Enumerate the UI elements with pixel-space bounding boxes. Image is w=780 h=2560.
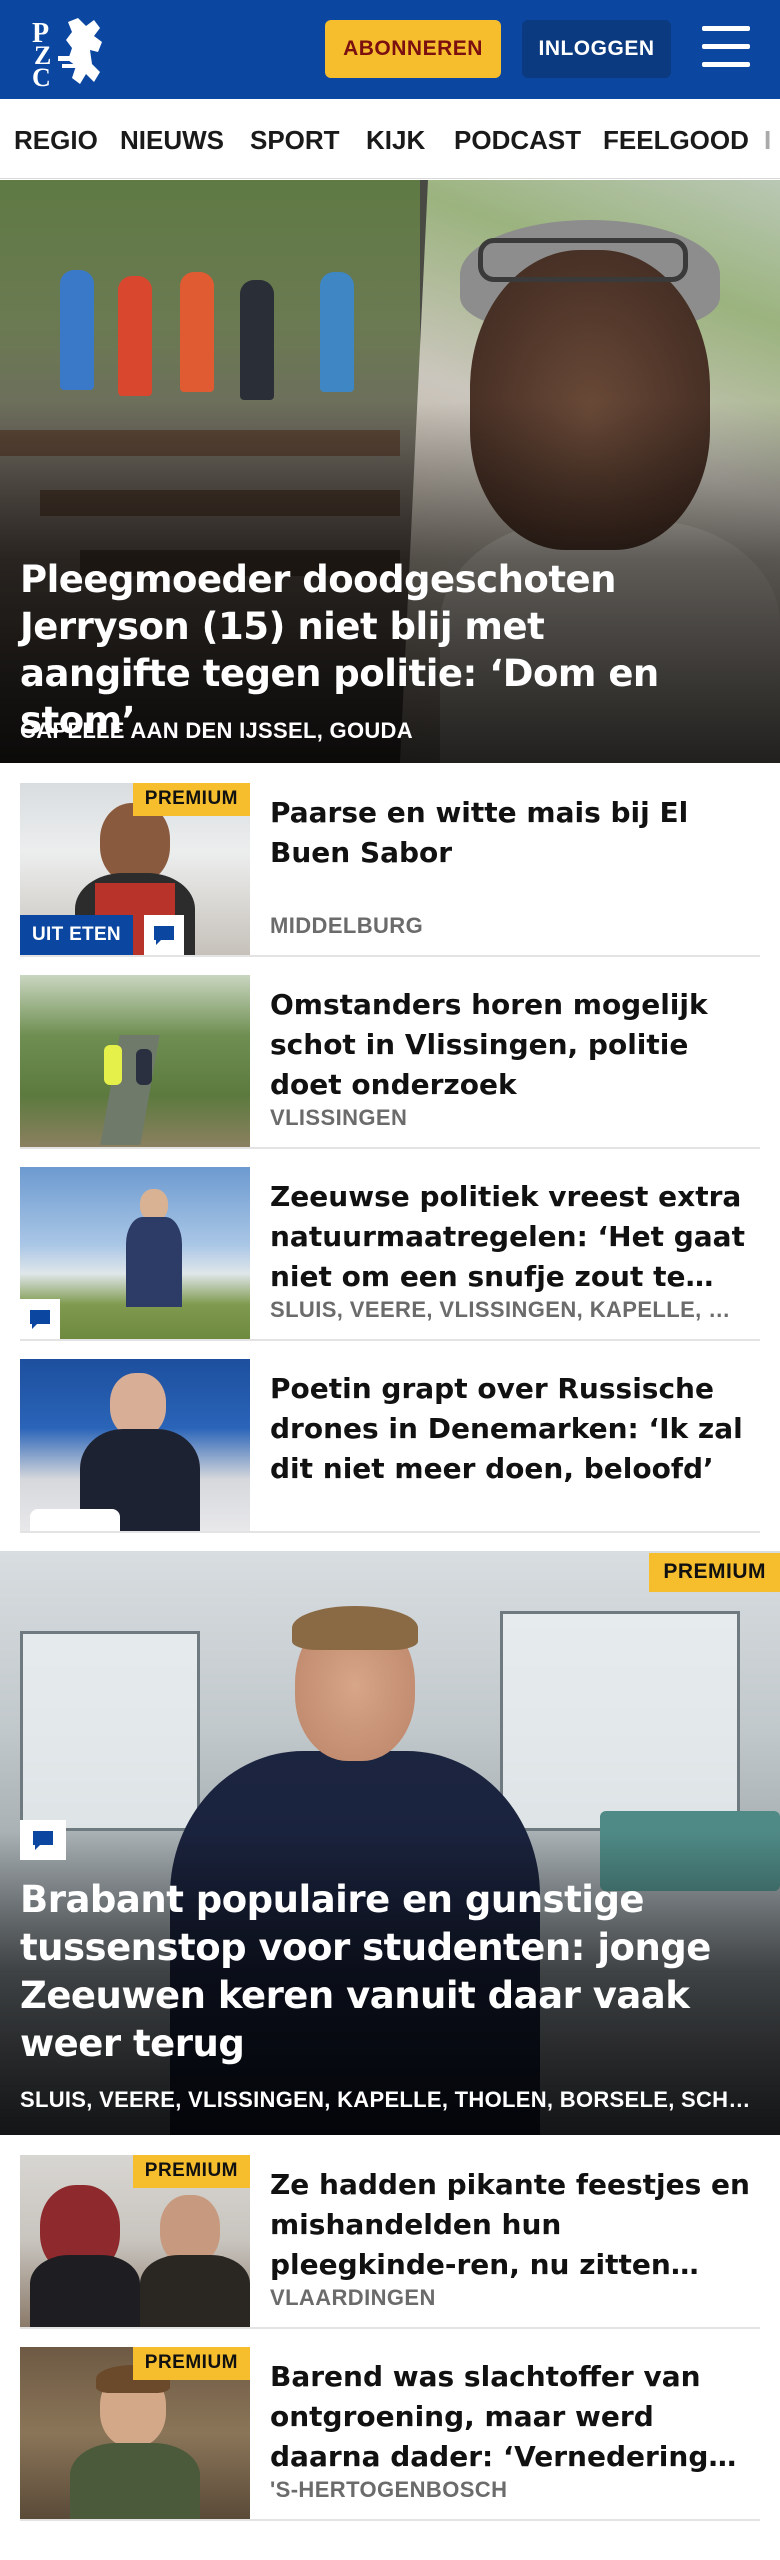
officer-figure — [136, 1049, 152, 1085]
subscribe-button[interactable]: ABONNEREN — [325, 20, 501, 78]
article-item[interactable]: PREMIUM UIT ETEN Paarse en witte mais bi… — [20, 783, 760, 957]
feature-article[interactable]: PREMIUM Brabant populaire en gunstige tu… — [0, 1551, 780, 2135]
hero-location: CAPELLE AAN DEN IJSSEL, GOUDA — [20, 718, 413, 743]
nav-item-kijk[interactable]: KIJK — [366, 125, 425, 156]
feature-title[interactable]: Brabant populaire en gunstige tussenstop… — [20, 1876, 760, 2068]
article-item[interactable]: Omstanders horen mogelijk schot in Vliss… — [20, 975, 760, 1149]
premium-badge: PREMIUM — [649, 1553, 780, 1592]
article-title[interactable]: Barend was slachtoffer van ontgroening, … — [270, 2357, 750, 2477]
article-thumbnail: PREMIUM — [20, 2347, 250, 2519]
premium-badge: PREMIUM — [132, 2155, 250, 2188]
article-item[interactable]: PREMIUM Ze hadden pikante feestjes en mi… — [20, 2155, 760, 2329]
person-body — [70, 2443, 200, 2519]
article-title[interactable]: Ze hadden pikante feestjes en mishandeld… — [270, 2165, 750, 2285]
chair — [30, 1509, 120, 1531]
premium-badge: PREMIUM — [132, 2347, 250, 2380]
nav-item-sport[interactable]: SPORT — [250, 125, 340, 156]
article-title[interactable]: Zeeuwse politiek vreest extra natuurmaat… — [270, 1177, 750, 1297]
article-location: MIDDELBURG — [270, 913, 424, 938]
article-item[interactable]: PREMIUM Barend was slachtoffer van ontgr… — [20, 2347, 760, 2521]
person-body — [140, 2255, 250, 2327]
article-thumbnail — [20, 975, 250, 1147]
person-suit — [126, 1217, 182, 1307]
nav-item-podcast[interactable]: PODCAST — [454, 125, 581, 156]
pzc-logo[interactable]: P Z C — [28, 12, 114, 92]
comment-icon — [144, 915, 184, 955]
hamburger-menu-icon[interactable] — [698, 22, 754, 74]
article-thumbnail: PREMIUM UIT ETEN — [20, 783, 250, 955]
article-location: VLAARDINGEN — [270, 2285, 436, 2310]
officer-vest — [104, 1045, 122, 1085]
article-title[interactable]: Paarse en witte mais bij El Buen Sabor — [270, 793, 750, 873]
top-bar: P Z C ABONNEREN INLOGGEN — [0, 0, 780, 99]
article-title[interactable]: Omstanders horen mogelijk schot in Vliss… — [270, 985, 750, 1105]
hero-article[interactable]: Pleegmoeder doodgeschoten Jerryson (15) … — [0, 180, 780, 763]
person-body — [30, 2255, 140, 2327]
nav-item-overflow[interactable]: I — [764, 125, 771, 156]
article-location: 'S-HERTOGENBOSCH — [270, 2477, 508, 2502]
article-thumbnail — [20, 1359, 250, 1531]
nav-item-feelgood[interactable]: FEELGOOD — [603, 125, 749, 156]
article-thumbnail — [20, 1167, 250, 1339]
person-head — [110, 1373, 166, 1437]
article-thumbnail: PREMIUM — [20, 2155, 250, 2327]
article-item[interactable]: Poetin grapt over Russische drones in De… — [20, 1359, 760, 1533]
article-location: SLUIS, VEERE, VLISSINGEN, KAPELLE, THOLE… — [270, 1297, 740, 1322]
article-title[interactable]: Poetin grapt over Russische drones in De… — [270, 1369, 750, 1489]
nav-item-regio[interactable]: REGIO — [14, 125, 98, 156]
category-badge: UIT ETEN — [20, 915, 133, 955]
login-button[interactable]: INLOGGEN — [522, 20, 671, 78]
feature-location: SLUIS, VEERE, VLISSINGEN, KAPELLE, THOLE… — [20, 2087, 760, 2112]
hero-title[interactable]: Pleegmoeder doodgeschoten Jerryson (15) … — [20, 556, 720, 744]
article-item[interactable]: Zeeuwse politiek vreest extra natuurmaat… — [20, 1167, 760, 1341]
nav-item-nieuws[interactable]: NIEUWS — [120, 125, 224, 156]
premium-badge: PREMIUM — [132, 783, 250, 816]
svg-text:C: C — [32, 63, 51, 88]
article-location: VLISSINGEN — [270, 1105, 408, 1130]
comment-icon — [20, 1820, 66, 1860]
section-nav: REGIO NIEUWS SPORT KIJK PODCAST FEELGOOD… — [0, 99, 780, 179]
comment-icon — [20, 1299, 60, 1339]
